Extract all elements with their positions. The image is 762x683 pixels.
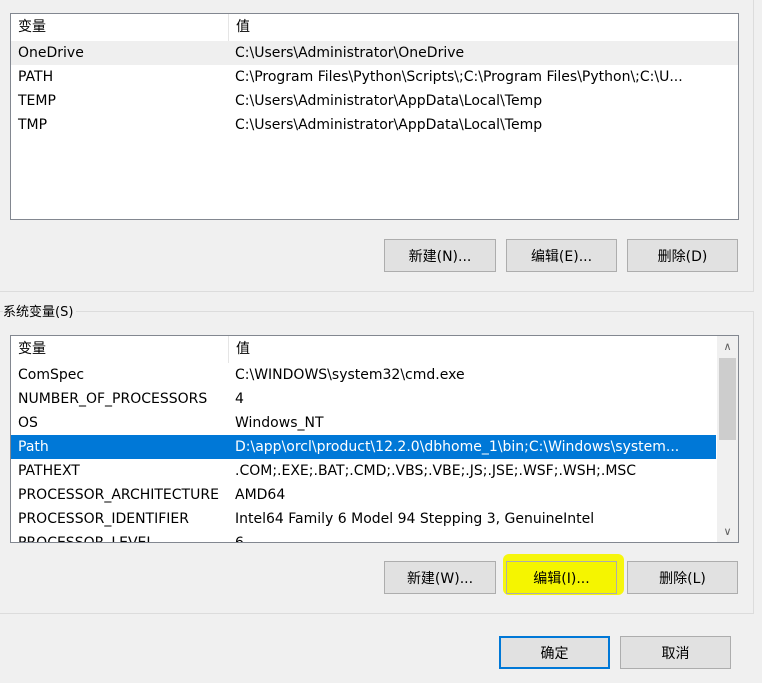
user-edit-button[interactable]: 编辑(E)... (506, 239, 617, 272)
list-item-temp[interactable]: TEMP C:\Users\Administrator\AppData\Loca… (11, 89, 738, 113)
list-item-number-of-processors[interactable]: NUMBER_OF_PROCESSORS 4 (11, 387, 716, 411)
variable-value: .COM;.EXE;.BAT;.CMD;.VBS;.VBE;.JS;.JSE;.… (235, 463, 637, 479)
list-item-path-selected[interactable]: Path D:\app\orcl\product\12.2.0\dbhome_1… (11, 435, 716, 459)
variable-name: PROCESSOR_IDENTIFIER (18, 511, 189, 527)
list-item-tmp[interactable]: TMP C:\Users\Administrator\AppData\Local… (11, 113, 738, 137)
variable-value: C:\WINDOWS\system32\cmd.exe (235, 367, 465, 383)
variable-value: 6 (235, 535, 244, 543)
variable-name: Path (18, 439, 49, 455)
column-header-variable[interactable]: 变量 (11, 336, 229, 363)
variable-name: TEMP (18, 93, 56, 109)
column-header-value[interactable]: 值 (229, 14, 717, 41)
system-list-header: 变量 值 (11, 336, 716, 363)
variable-name: PROCESSOR_LEVEL (18, 535, 155, 543)
system-variables-list[interactable]: 变量 值 ComSpec C:\WINDOWS\system32\cmd.exe… (10, 335, 739, 543)
variable-name: NUMBER_OF_PROCESSORS (18, 391, 208, 407)
list-item-pathext[interactable]: PATHEXT .COM;.EXE;.BAT;.CMD;.VBS;.VBE;.J… (11, 459, 716, 483)
list-item-path[interactable]: PATH C:\Program Files\Python\Scripts\;C:… (11, 65, 738, 89)
list-item-processor-identifier[interactable]: PROCESSOR_IDENTIFIER Intel64 Family 6 Mo… (11, 507, 716, 531)
variable-value: 4 (235, 391, 244, 407)
system-edit-button[interactable]: 编辑(I)... (506, 561, 617, 594)
chevron-up-icon[interactable]: ∧ (717, 336, 738, 357)
variable-name: OS (18, 415, 38, 431)
list-item-os[interactable]: OS Windows_NT (11, 411, 716, 435)
system-variables-label: 系统变量(S) (3, 304, 77, 322)
variable-value: C:\Program Files\Python\Scripts\;C:\Prog… (235, 69, 683, 85)
column-header-value[interactable]: 值 (229, 336, 715, 363)
scrollbar-thumb[interactable] (719, 358, 736, 440)
user-variables-list[interactable]: 变量 值 OneDrive C:\Users\Administrator\One… (10, 13, 739, 220)
variable-value: D:\app\orcl\product\12.2.0\dbhome_1\bin;… (235, 439, 680, 455)
variable-name: PATH (18, 69, 54, 85)
variable-name: PATHEXT (18, 463, 80, 479)
variable-value: C:\Users\Administrator\OneDrive (235, 45, 465, 61)
vertical-scrollbar[interactable]: ∧ ∨ (717, 336, 738, 542)
variable-value: C:\Users\Administrator\AppData\Local\Tem… (235, 93, 543, 109)
list-item-processor-level[interactable]: PROCESSOR_LEVEL 6 (11, 531, 716, 543)
system-delete-button[interactable]: 删除(L) (627, 561, 738, 594)
system-new-button[interactable]: 新建(W)... (384, 561, 496, 594)
chevron-down-icon[interactable]: ∨ (717, 521, 738, 542)
variable-name: ComSpec (18, 367, 85, 383)
user-list-header: 变量 值 (11, 14, 738, 41)
list-item-onedrive[interactable]: OneDrive C:\Users\Administrator\OneDrive (11, 41, 738, 65)
ok-button[interactable]: 确定 (499, 636, 610, 669)
variable-name: PROCESSOR_ARCHITECTURE (18, 487, 219, 503)
variable-value: Windows_NT (235, 415, 324, 431)
user-delete-button[interactable]: 删除(D) (627, 239, 738, 272)
list-item-comspec[interactable]: ComSpec C:\WINDOWS\system32\cmd.exe (11, 363, 716, 387)
variable-value: C:\Users\Administrator\AppData\Local\Tem… (235, 117, 543, 133)
cancel-button[interactable]: 取消 (620, 636, 731, 669)
variable-value: AMD64 (235, 487, 286, 503)
user-new-button[interactable]: 新建(N)... (384, 239, 496, 272)
column-header-variable[interactable]: 变量 (11, 14, 229, 41)
variable-name: OneDrive (18, 45, 84, 61)
list-item-processor-architecture[interactable]: PROCESSOR_ARCHITECTURE AMD64 (11, 483, 716, 507)
variable-name: TMP (18, 117, 48, 133)
variable-value: Intel64 Family 6 Model 94 Stepping 3, Ge… (235, 511, 595, 527)
